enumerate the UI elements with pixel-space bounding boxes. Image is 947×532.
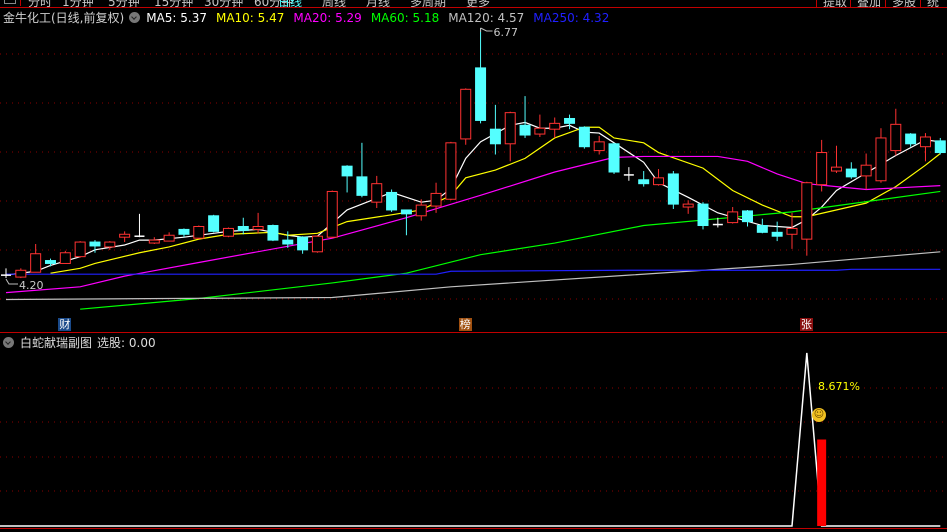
candle-up	[415, 204, 427, 217]
candle-up	[15, 269, 27, 278]
candle-down	[282, 239, 294, 245]
candle-up	[727, 211, 739, 224]
candle-down	[905, 133, 917, 145]
candle-up	[534, 127, 546, 135]
high-price-label: 6.77	[494, 26, 519, 39]
low-pointer	[5, 278, 18, 285]
candle-down	[697, 203, 709, 227]
ma-line-ma120	[5, 251, 941, 301]
select-value: 选股: 0.00	[97, 336, 156, 350]
candle-down	[267, 225, 279, 241]
candle-down	[178, 228, 190, 235]
candle-down	[400, 209, 412, 215]
candle-up	[74, 241, 86, 258]
candle-up	[193, 225, 205, 239]
ma-line-ma20	[5, 155, 941, 294]
percent-label: 8.671%	[818, 380, 860, 393]
indicator-bar	[817, 439, 827, 526]
smiley-icon: ☺	[812, 408, 826, 422]
candle-up	[682, 203, 694, 208]
candle-down	[578, 126, 590, 148]
candle-up	[252, 225, 264, 230]
event-marker[interactable]: 财	[58, 318, 72, 331]
kline-chart[interactable]: 6.77 4.20	[0, 0, 947, 532]
candle-down	[44, 260, 56, 264]
candle-up	[830, 166, 842, 172]
candle-down	[341, 165, 353, 177]
candle-down	[208, 215, 220, 232]
candle-up	[460, 88, 472, 140]
candle-up	[30, 253, 42, 273]
candle-up	[59, 252, 71, 264]
candle-up	[875, 137, 887, 182]
candle-down	[742, 210, 753, 223]
candle-down	[845, 168, 857, 178]
candle-up	[816, 152, 828, 186]
candle-up	[311, 235, 323, 253]
candle-up	[104, 241, 116, 248]
candle-up	[326, 190, 338, 238]
candle-up	[222, 227, 234, 237]
event-marker[interactable]: 榜	[458, 318, 472, 331]
candle-down	[771, 231, 783, 237]
ma-line-ma5	[5, 121, 941, 276]
indicator-name: 白蛇献瑞副图	[20, 336, 93, 350]
dropdown-circle-icon[interactable]	[3, 337, 14, 348]
candle-down	[356, 176, 368, 196]
candle-down	[475, 67, 487, 121]
candle-up	[786, 227, 798, 235]
candle-down	[564, 117, 576, 124]
candle-up	[860, 164, 872, 177]
candle-up	[593, 141, 605, 152]
candle-down	[89, 241, 101, 247]
candle-up	[119, 233, 131, 238]
candle-down	[386, 191, 398, 211]
candle-up	[919, 136, 931, 148]
candle-up	[163, 234, 175, 242]
candle-down	[489, 128, 501, 145]
candle-down	[297, 236, 309, 251]
candle-down	[519, 124, 531, 136]
candle-down	[756, 225, 768, 233]
candle-up	[801, 182, 813, 240]
event-marker[interactable]: 张	[799, 318, 813, 331]
candle-up	[653, 177, 665, 186]
sub-panel-header: 白蛇献瑞副图 选股: 0.00	[3, 334, 161, 351]
indicator-line	[0, 352, 941, 527]
candle-down	[608, 143, 620, 173]
candle-down	[667, 173, 679, 205]
candle-down	[638, 179, 650, 185]
candle-up	[890, 123, 902, 152]
candle-up	[148, 239, 160, 244]
candle-up	[549, 122, 561, 130]
candle-up	[430, 192, 442, 207]
candle-up	[504, 112, 516, 145]
high-pointer	[480, 27, 493, 32]
low-price-label: 4.20	[19, 279, 44, 292]
candle-up	[445, 142, 457, 200]
candle-down	[934, 140, 946, 154]
candle-up	[371, 183, 383, 203]
candle-down	[237, 225, 249, 231]
